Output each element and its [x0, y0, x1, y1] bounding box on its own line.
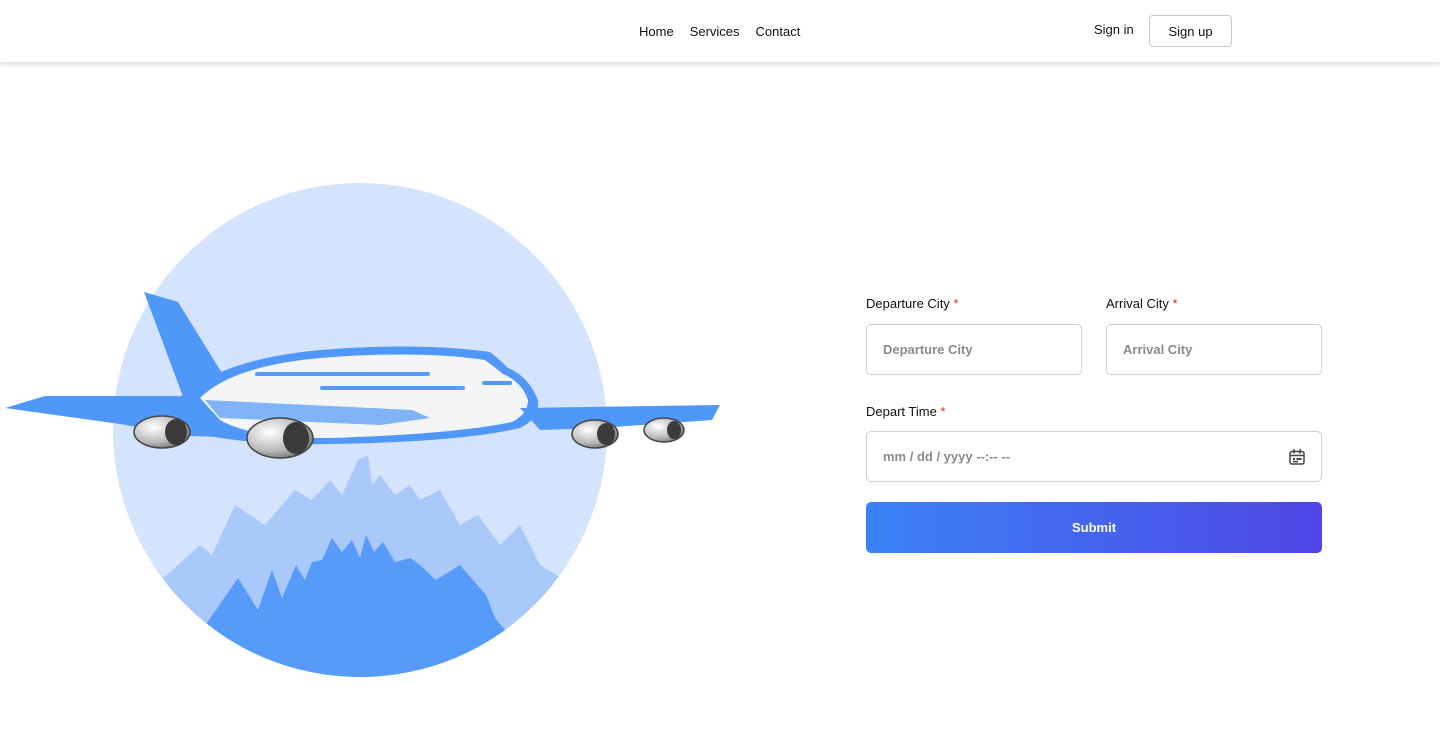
depart-time-label: Depart Time *: [866, 404, 946, 419]
hero-illustration: [0, 170, 740, 690]
sign-up-button[interactable]: Sign up: [1149, 15, 1232, 47]
nav-link-contact[interactable]: Contact: [756, 24, 801, 39]
required-mark: *: [1172, 296, 1178, 311]
departure-city-input[interactable]: [883, 325, 1081, 374]
arrival-city-label: Arrival City *: [1106, 296, 1178, 311]
main-nav: Home Services Contact: [639, 24, 816, 39]
nav-link-services[interactable]: Services: [690, 24, 740, 39]
nav-link-home[interactable]: Home: [639, 24, 674, 39]
sign-in-link[interactable]: Sign in: [1094, 22, 1134, 37]
departure-city-label: Departure City *: [866, 296, 959, 311]
airplane-over-mountains-icon: [5, 183, 720, 677]
departure-city-field: [866, 324, 1082, 375]
required-mark: *: [953, 296, 959, 311]
depart-time-field: [866, 431, 1322, 482]
depart-time-input[interactable]: [883, 432, 1321, 481]
arrival-city-input[interactable]: [1123, 325, 1321, 374]
required-mark: *: [940, 404, 946, 419]
submit-button[interactable]: Submit: [866, 502, 1322, 553]
top-navbar: Home Services Contact Sign in Sign up: [0, 0, 1440, 63]
calendar-icon[interactable]: [1288, 448, 1306, 466]
arrival-city-field: [1106, 324, 1322, 375]
